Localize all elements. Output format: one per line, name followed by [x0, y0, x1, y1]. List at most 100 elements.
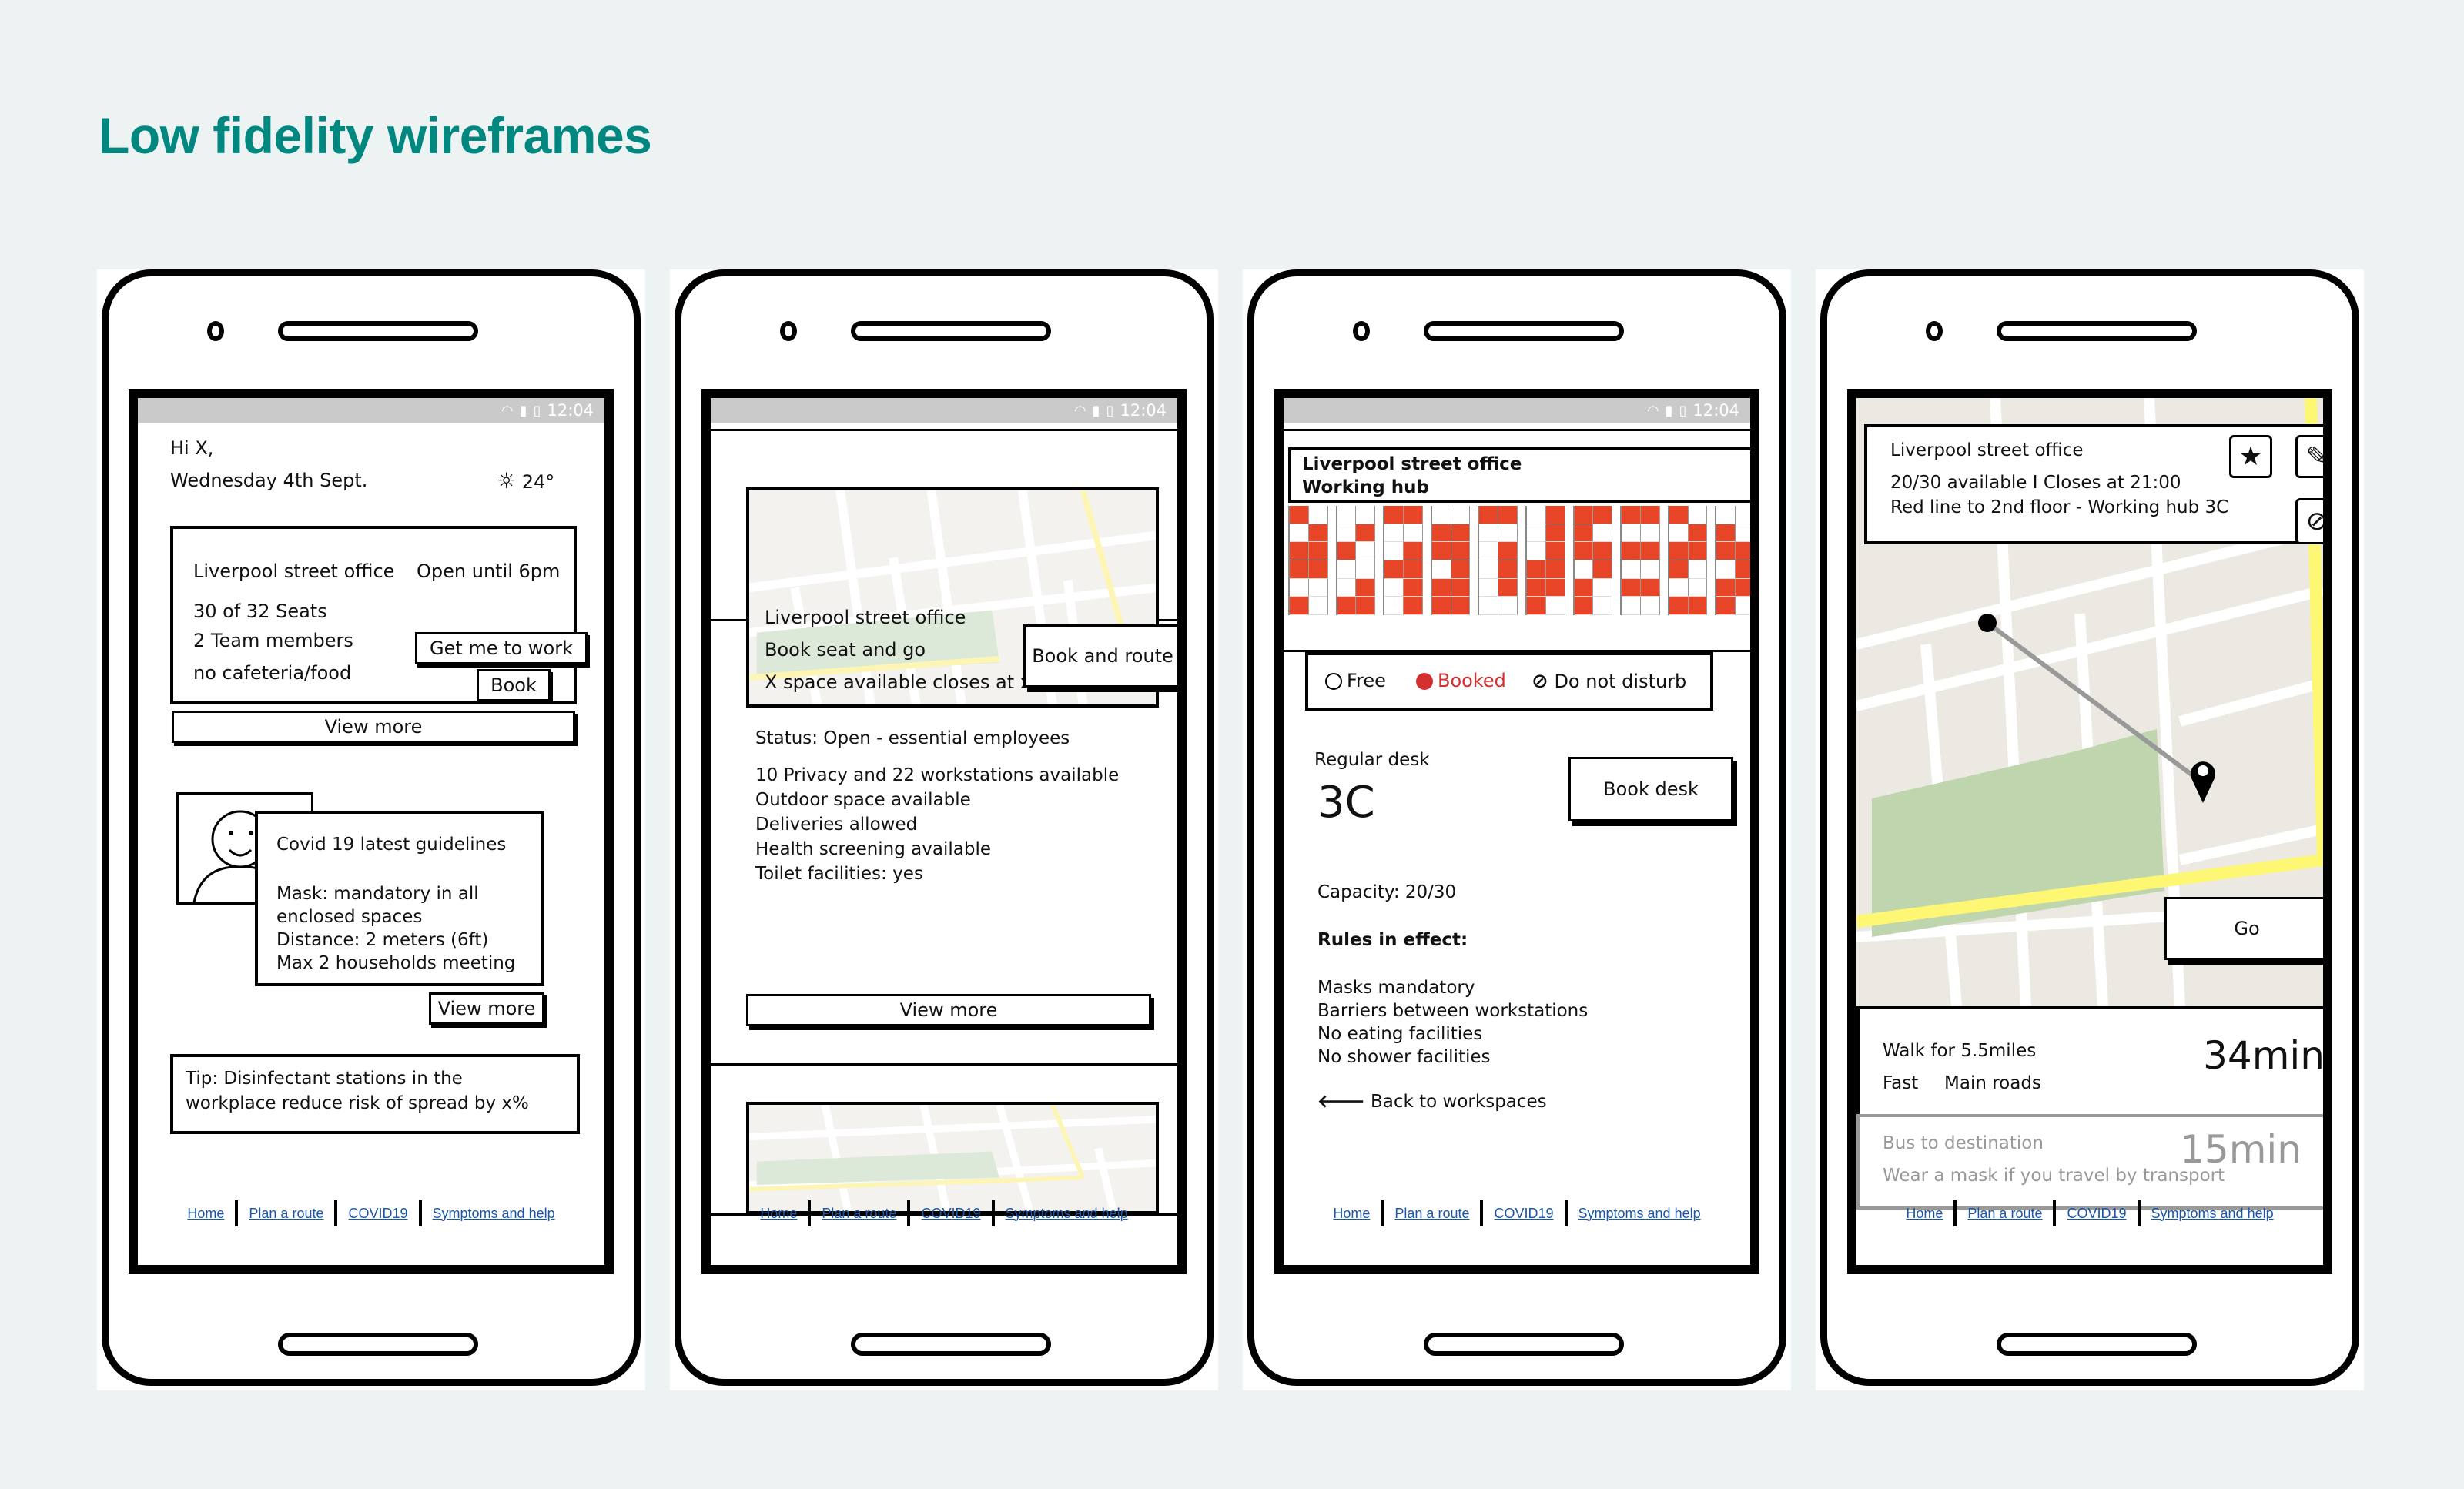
seat-booked[interactable] — [1545, 524, 1565, 543]
seat-free[interactable] — [1356, 542, 1376, 560]
favorite-button[interactable]: ★ — [2229, 435, 2272, 478]
desk-floorplan[interactable] — [1288, 506, 1750, 615]
seat-free[interactable] — [1384, 542, 1404, 560]
seat-booked[interactable] — [1431, 578, 1451, 597]
seat-booked[interactable] — [1574, 524, 1594, 543]
seat-free[interactable] — [1384, 578, 1404, 597]
seat-booked[interactable] — [1403, 506, 1423, 524]
seat-free[interactable] — [1290, 524, 1309, 543]
seat-free[interactable] — [1593, 524, 1613, 543]
seat-booked[interactable] — [1308, 560, 1328, 579]
seat-free[interactable] — [1593, 578, 1613, 597]
seat-free[interactable] — [1716, 560, 1736, 579]
seat-booked[interactable] — [1716, 524, 1736, 543]
seat-booked[interactable] — [1669, 597, 1689, 615]
seat-booked[interactable] — [1337, 597, 1357, 615]
seat-free[interactable] — [1736, 506, 1750, 524]
seat-booked[interactable] — [1498, 506, 1518, 524]
seat-free[interactable] — [1308, 578, 1328, 597]
seat-booked[interactable] — [1290, 560, 1309, 579]
seat-booked[interactable] — [1498, 578, 1518, 597]
seat-booked[interactable] — [1451, 560, 1471, 579]
book-and-route-button[interactable]: Book and route — [1023, 624, 1177, 688]
seat-booked[interactable] — [1669, 560, 1689, 579]
seat-booked[interactable] — [1290, 506, 1309, 524]
seat-booked[interactable] — [1593, 506, 1613, 524]
seat-free[interactable] — [1384, 597, 1404, 615]
seat-free[interactable] — [1479, 597, 1499, 615]
book-desk-button[interactable]: Book desk — [1568, 757, 1733, 821]
walk-option[interactable]: Walk for 5.5miles Fast Main roads 34min — [1856, 1006, 2323, 1117]
view-more-button[interactable]: View more — [172, 711, 575, 743]
footer-link-covid19[interactable]: COVID19 — [1494, 1206, 1553, 1222]
seat-free[interactable] — [1574, 560, 1594, 579]
seat-booked[interactable] — [1431, 597, 1451, 615]
seat-booked[interactable] — [1669, 506, 1689, 524]
seat-booked[interactable] — [1431, 524, 1451, 543]
seat-free[interactable] — [1308, 506, 1328, 524]
seat-free[interactable] — [1716, 506, 1736, 524]
footer-link-covid19[interactable]: COVID19 — [348, 1206, 407, 1222]
footer-link-covid19[interactable]: COVID19 — [2067, 1206, 2126, 1222]
seat-booked[interactable] — [1716, 542, 1736, 560]
seat-free[interactable] — [1337, 560, 1357, 579]
footer-link-plan-route[interactable]: Plan a route — [1394, 1206, 1469, 1222]
seat-booked[interactable] — [1337, 542, 1357, 560]
seat-booked[interactable] — [1622, 542, 1641, 560]
footer-link-covid19[interactable]: COVID19 — [921, 1206, 980, 1222]
seat-free[interactable] — [1356, 560, 1376, 579]
seat-free[interactable] — [1526, 542, 1546, 560]
seat-free[interactable] — [1669, 578, 1689, 597]
footer-link-plan-route[interactable]: Plan a route — [1967, 1206, 2042, 1222]
seat-booked[interactable] — [1593, 542, 1613, 560]
seat-free[interactable] — [1622, 560, 1641, 579]
footer-link-plan-route[interactable]: Plan a route — [249, 1206, 323, 1222]
home-button[interactable] — [278, 1333, 478, 1356]
seat-booked[interactable] — [1384, 560, 1404, 579]
seat-free[interactable] — [1479, 524, 1499, 543]
seat-booked[interactable] — [1622, 506, 1641, 524]
seat-booked[interactable] — [1526, 597, 1546, 615]
seat-booked[interactable] — [1574, 506, 1594, 524]
edit-button[interactable]: ✎ — [2295, 435, 2323, 478]
footer-link-home[interactable]: Home — [187, 1206, 224, 1222]
compass-button[interactable]: ⊘ — [2295, 498, 2323, 544]
seat-free[interactable] — [1356, 506, 1376, 524]
seat-free[interactable] — [1593, 597, 1613, 615]
seat-free[interactable] — [1669, 524, 1689, 543]
footer-link-home[interactable]: Home — [1906, 1206, 1943, 1222]
back-to-workspaces-link[interactable]: 🡐 Back to workspaces — [1317, 1091, 1547, 1114]
seat-free[interactable] — [1688, 578, 1708, 597]
seat-booked[interactable] — [1736, 542, 1750, 560]
seat-free[interactable] — [1622, 524, 1641, 543]
seat-free[interactable] — [1688, 560, 1708, 579]
bus-option[interactable]: Bus to destination Wear a mask if you tr… — [1856, 1114, 2323, 1210]
seat-booked[interactable] — [1451, 524, 1471, 543]
seat-free[interactable] — [1403, 524, 1423, 543]
seat-booked[interactable] — [1574, 578, 1594, 597]
seat-booked[interactable] — [1622, 578, 1641, 597]
seat-booked[interactable] — [1403, 560, 1423, 579]
seat-free[interactable] — [1640, 597, 1660, 615]
seat-free[interactable] — [1384, 524, 1404, 543]
seat-free[interactable] — [1451, 506, 1471, 524]
seat-free[interactable] — [1545, 597, 1565, 615]
seat-booked[interactable] — [1688, 524, 1708, 543]
seat-free[interactable] — [1498, 524, 1518, 543]
seat-booked[interactable] — [1574, 542, 1594, 560]
footer-link-home[interactable]: Home — [1333, 1206, 1370, 1222]
home-button[interactable] — [1997, 1333, 2197, 1356]
seat-free[interactable] — [1526, 524, 1546, 543]
seat-booked[interactable] — [1451, 578, 1471, 597]
footer-link-home[interactable]: Home — [760, 1206, 797, 1222]
covid-view-more-button[interactable]: View more — [429, 992, 544, 1025]
seat-free[interactable] — [1337, 578, 1357, 597]
view-more-button[interactable]: View more — [746, 994, 1151, 1026]
seat-free[interactable] — [1479, 578, 1499, 597]
seat-booked[interactable] — [1688, 542, 1708, 560]
seat-booked[interactable] — [1640, 542, 1660, 560]
get-me-to-work-button[interactable]: Get me to work — [415, 632, 588, 664]
seat-booked[interactable] — [1308, 524, 1328, 543]
seat-booked[interactable] — [1431, 542, 1451, 560]
go-button[interactable]: Go — [2164, 897, 2323, 960]
